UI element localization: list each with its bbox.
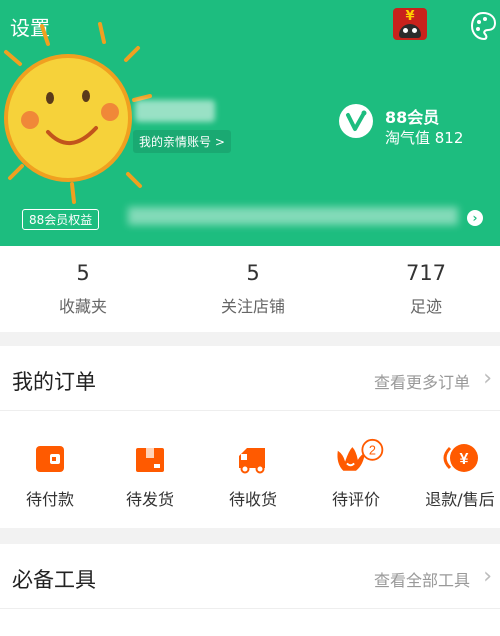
stat-value: 717 xyxy=(405,261,447,285)
stat-label: 收藏夹 xyxy=(58,297,107,316)
section-title: 我的订单 xyxy=(12,370,96,394)
order-label: 待评价 xyxy=(331,490,380,509)
v-badge-icon[interactable] xyxy=(338,103,374,139)
palette-icon[interactable] xyxy=(470,10,496,42)
order-pending-review[interactable]: 2 待评价 xyxy=(306,438,406,510)
avatar-badge[interactable]: ¥ xyxy=(393,8,427,40)
family-account-link[interactable]: 我的亲情账号 > xyxy=(133,130,231,153)
order-refund-aftersale[interactable]: ¥ 退款/售后 xyxy=(410,438,500,510)
stat-label: 足迹 xyxy=(409,297,442,316)
refund-yen-symbol: ¥ xyxy=(460,451,469,468)
stat-footprints[interactable]: 717 足迹 xyxy=(343,246,500,317)
mascot-face-icon xyxy=(399,24,421,38)
yen-icon: ¥ xyxy=(405,9,415,24)
stats-row: 5 收藏夹 5 关注店铺 717 足迹 xyxy=(0,246,500,332)
view-more-orders-link[interactable]: 查看更多订单 xyxy=(374,369,470,393)
section-title: 必备工具 xyxy=(12,568,96,592)
order-label: 待付款 xyxy=(25,490,74,509)
view-all-tools-link[interactable]: 查看全部工具 xyxy=(374,567,470,591)
stat-favorites[interactable]: 5 收藏夹 xyxy=(0,246,166,317)
naughty-score[interactable]: 淘气值 812 xyxy=(385,127,463,148)
chevron-right-icon[interactable]: › xyxy=(483,564,492,589)
truck-icon xyxy=(239,448,265,474)
stat-value: 5 xyxy=(76,261,90,285)
stat-label: 关注店铺 xyxy=(220,297,285,316)
arrow-right-icon[interactable]: › xyxy=(467,210,483,226)
review-badge-count: 2 xyxy=(369,442,376,457)
my-orders-section: 我的订单 查看更多订单 › 待付款 待发货 待收货 2 待评价 ¥ 退款/售后 xyxy=(0,346,500,528)
chevron-right-icon[interactable]: › xyxy=(483,366,492,391)
order-label: 待发货 xyxy=(125,490,174,509)
benefit-text-redacted xyxy=(128,207,458,225)
package-icon xyxy=(136,448,164,472)
order-pending-payment[interactable]: 待付款 xyxy=(0,438,100,510)
order-label: 待收货 xyxy=(228,490,277,509)
profile-header: 设置 ¥ 我的亲情账号 > 88会员 淘气值 812 88会员权益 › xyxy=(0,0,500,246)
stat-value: 5 xyxy=(246,261,260,285)
order-pending-receipt[interactable]: 待收货 xyxy=(203,438,303,510)
essential-tools-section: 必备工具 查看全部工具 › xyxy=(0,544,500,636)
review-icon: 2 xyxy=(337,438,384,471)
order-pending-shipment[interactable]: 待发货 xyxy=(100,438,200,510)
order-label: 退款/售后 xyxy=(425,490,495,509)
stat-followed-shops[interactable]: 5 关注店铺 xyxy=(170,246,336,317)
vip-title[interactable]: 88会员 xyxy=(385,104,439,128)
username-redacted xyxy=(135,100,215,122)
divider xyxy=(0,608,500,609)
vip-benefit-tag[interactable]: 88会员权益 xyxy=(22,209,100,230)
divider xyxy=(0,410,500,411)
refund-icon: ¥ xyxy=(443,444,478,472)
wallet-icon xyxy=(36,446,64,472)
